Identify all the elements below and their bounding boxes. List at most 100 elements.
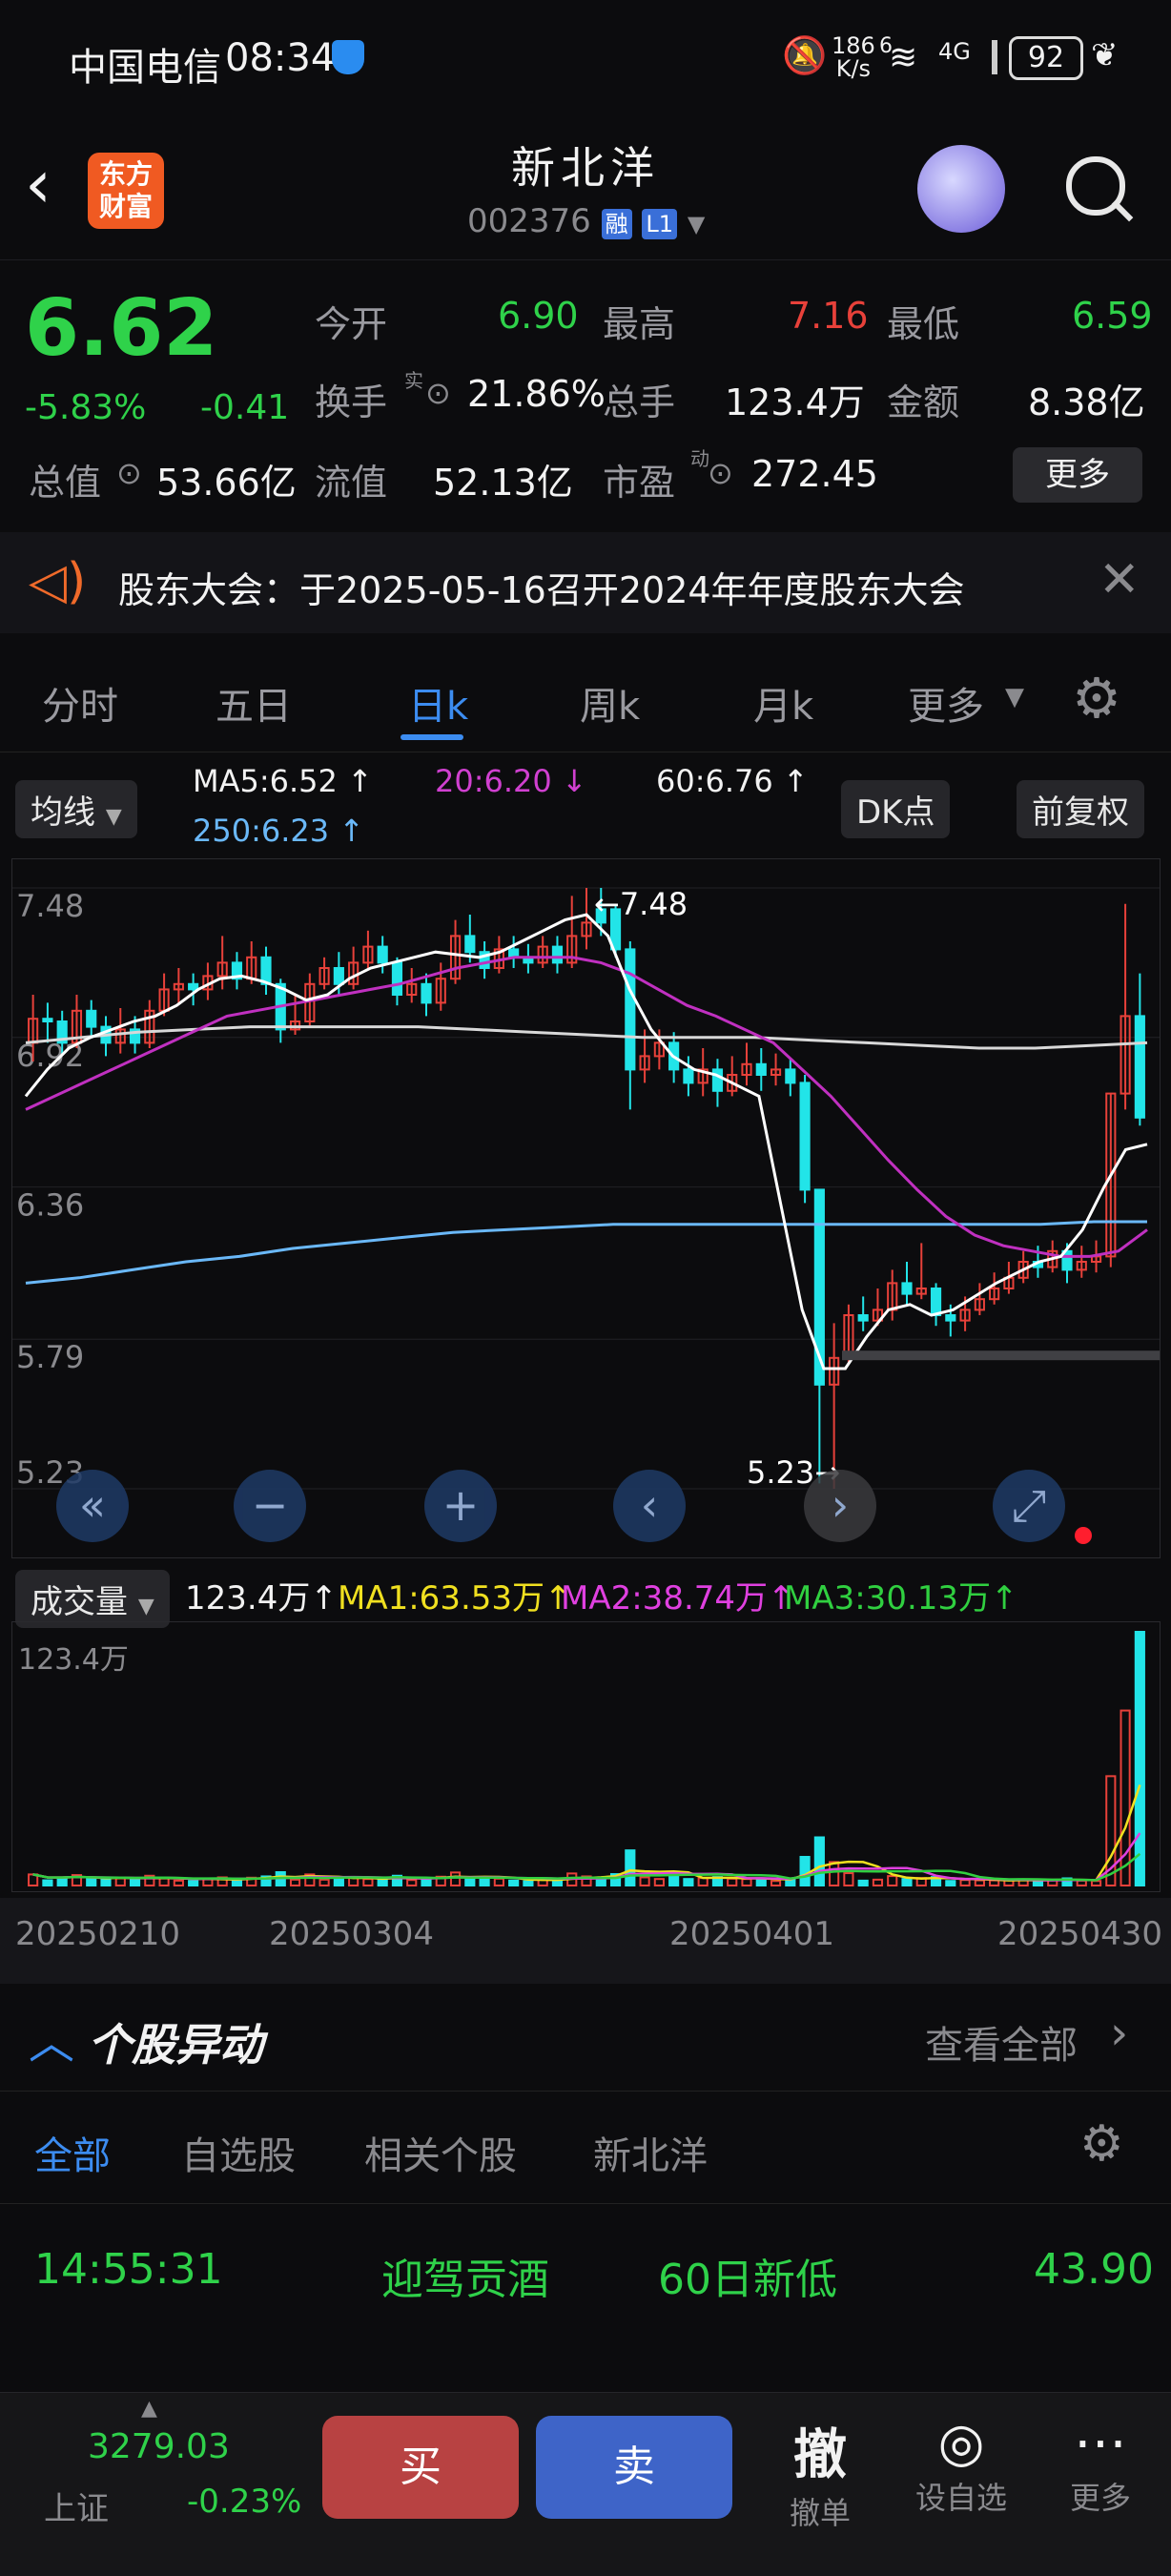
more-button[interactable]: ⋯ 更多 — [1053, 2412, 1148, 2518]
kline-svg: 7.486.926.365.795.23←7.485.23→ — [12, 886, 1160, 1491]
tab-daily-k[interactable]: 日k — [408, 675, 468, 731]
pe-label: 市盈 — [603, 462, 676, 504]
gear-icon[interactable]: ⚙ — [1072, 666, 1121, 731]
amount-label: 金额 — [887, 381, 960, 423]
zoom-out-icon[interactable]: − — [234, 1470, 306, 1542]
collapse-icon[interactable]: ︿ — [29, 2005, 74, 2071]
sell-button[interactable]: 卖 — [536, 2416, 732, 2519]
view-all-link[interactable]: 查看全部 — [925, 2014, 1078, 2070]
tab-this-stock[interactable]: 新北洋 — [593, 2125, 708, 2180]
bell-mute-icon: 🔕 — [782, 34, 828, 76]
volume-bar — [755, 1878, 767, 1887]
level-badge: L1 — [642, 209, 678, 239]
tab-weekly-k[interactable]: 周k — [580, 675, 640, 731]
float-value: 52.13亿 — [433, 462, 573, 504]
tab-five-day[interactable]: 五日 — [216, 675, 292, 731]
tab-watchlist[interactable]: 自选股 — [181, 2125, 296, 2180]
cancel-icon: 撤 — [793, 2424, 847, 2486]
volume-bar — [362, 1878, 374, 1887]
movement-value: 43.90 — [1034, 2245, 1154, 2294]
candle-body — [551, 945, 564, 964]
index-name: 上证 — [44, 2490, 109, 2528]
battery-icon: 92 — [1009, 36, 1083, 80]
volume-bar — [523, 1880, 534, 1886]
date-axis: 20250210 20250304 20250401 20250430 — [0, 1898, 1171, 1984]
right-icon[interactable]: › — [804, 1470, 876, 1542]
candle-body — [421, 982, 432, 1004]
candle-body — [1134, 1015, 1145, 1119]
status-bar: 中国电信 08:34 🔕 186 K/s 6 ≋ 4G 92 ❦ — [0, 0, 1171, 114]
volume-bar — [829, 1861, 840, 1886]
stock-code-row[interactable]: 002376 融 L1 ▼ — [467, 202, 705, 240]
candle-body — [464, 935, 476, 954]
close-icon[interactable]: ✕ — [1099, 551, 1140, 608]
volume-ma-line — [32, 1832, 1141, 1882]
net-type: 4G — [938, 38, 971, 65]
pe-value: 272.45 — [751, 453, 878, 495]
tab-all[interactable]: 全部 — [34, 2125, 111, 2180]
fullscreen-icon[interactable]: ⤢ — [993, 1470, 1065, 1542]
turnover-label: 换手 — [315, 381, 388, 423]
candle-body — [799, 1082, 811, 1191]
info-icon[interactable]: ⊙ — [708, 455, 733, 491]
volume-bar — [1134, 1631, 1145, 1886]
volume-bar — [901, 1878, 913, 1887]
stock-code: 002376 — [467, 202, 591, 240]
movement-row[interactable]: 14:55:31 迎驾贡酒 60日新低 43.90 — [0, 2203, 1171, 2327]
volume-bar — [56, 1876, 68, 1886]
tab-related[interactable]: 相关个股 — [364, 2125, 517, 2180]
net-speed: 186 K/s — [832, 32, 875, 82]
zoom-in-icon[interactable]: + — [424, 1470, 497, 1542]
volume-bar — [653, 1878, 665, 1887]
date-label: 20250430 — [997, 1915, 1163, 1953]
ma250-line — [25, 1220, 1147, 1285]
buy-button[interactable]: 买 — [322, 2416, 519, 2519]
ma250-value: 250:6.23 ↑ — [193, 813, 365, 849]
candle-body — [711, 1068, 724, 1092]
info-icon[interactable]: ⊙ — [116, 455, 142, 491]
tab-more[interactable]: 更多 — [908, 675, 984, 731]
more-quote-button[interactable]: 更多 — [1013, 447, 1142, 503]
volume-chart[interactable]: 123.4万 — [11, 1621, 1161, 1892]
tab-underline — [401, 734, 463, 740]
shield-icon — [332, 40, 364, 74]
volume-bar — [857, 1879, 869, 1887]
vol-ma3: MA3:30.13万↑ — [784, 1579, 1018, 1618]
volume-label: 总手 — [603, 381, 676, 423]
gear-icon[interactable]: ⚙ — [1079, 2115, 1124, 2173]
volume-bar — [959, 1879, 971, 1887]
left-icon[interactable]: ‹ — [613, 1470, 686, 1542]
volume-indicator-select[interactable]: 成交量 ▼ — [15, 1570, 170, 1628]
mcap-label: 总值 — [29, 462, 102, 504]
movement-header[interactable]: ︿ 个股异动 查看全部 › — [0, 1984, 1171, 2092]
double-left-icon[interactable]: « — [56, 1470, 129, 1542]
expand-up-icon[interactable]: ▲ — [141, 2397, 157, 2421]
tab-intraday[interactable]: 分时 — [42, 675, 118, 731]
volume-bar — [129, 1878, 141, 1886]
clock: 08:34 — [225, 36, 336, 80]
volume-bar — [406, 1879, 418, 1887]
robot-assistant-icon[interactable] — [917, 145, 1005, 233]
candle-body — [377, 945, 388, 964]
cancel-order-button[interactable]: 撤 撤单 — [772, 2412, 868, 2533]
info-icon[interactable]: ⊙ — [425, 375, 451, 411]
tab-monthly-k[interactable]: 月k — [753, 675, 813, 731]
adjust-button[interactable]: 前复权 — [1017, 780, 1144, 838]
ma-indicator-select[interactable]: 均线 ▼ — [15, 780, 137, 838]
volume-bar — [843, 1872, 854, 1887]
dk-point-button[interactable]: DK点 — [841, 780, 951, 838]
volume-bar — [202, 1878, 214, 1886]
volume-ma-line — [32, 1784, 1141, 1882]
candle-body — [683, 1068, 694, 1084]
candle-body — [901, 1282, 913, 1295]
index-value[interactable]: 3279.03 — [88, 2427, 230, 2466]
add-watch-button[interactable]: ◎ 设自选 — [904, 2412, 1018, 2518]
ma20-value: 20:6.20 ↓ — [435, 763, 587, 799]
kline-chart[interactable]: 7.48 6.92 6.36 5.79 5.23 ←7.48 5.23→ « − + ‹ ›… — [11, 858, 1161, 1558]
more-dots-icon: ⋯ — [1074, 2412, 1127, 2474]
dropdown-icon: ▼ — [687, 211, 706, 237]
movement-title: 个股异动 — [88, 2019, 263, 2071]
notice-bar[interactable]: ◁) 股东大会：于2025-05-16召开2024年年度股东大会 ✕ — [0, 532, 1171, 633]
volume-bar — [872, 1878, 884, 1886]
wifi-icon: ≋ — [889, 38, 918, 77]
